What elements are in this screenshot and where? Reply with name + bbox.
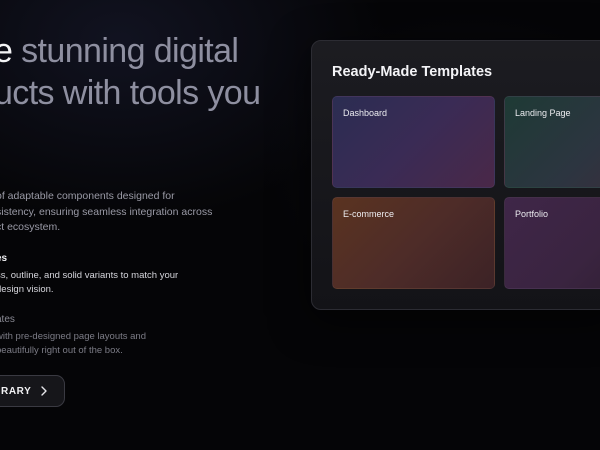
template-tile-landing-page[interactable]: Landing Page <box>504 96 600 188</box>
feature-title: ates <box>0 314 15 325</box>
feature-title: es <box>0 253 8 264</box>
template-tile-label: Portfolio <box>515 209 549 219</box>
feature-text: ss, outline, and solid variants to match… <box>0 270 179 295</box>
templates-card-title: Ready-Made Templates <box>332 64 493 80</box>
hero-title: e stunning digital ucts with tools you <box>0 30 261 114</box>
template-tile-ecommerce[interactable]: E-commerce <box>332 197 495 289</box>
template-tile-portfolio[interactable]: Portfolio <box>504 197 600 289</box>
library-button-label: RARY <box>1 385 32 397</box>
library-button[interactable]: RARY <box>0 375 66 407</box>
hero-title-line-1: e stunning digital <box>0 30 260 72</box>
template-tile-dashboard[interactable]: Dashboard <box>332 96 495 188</box>
feature-item: es ss, outline, and solid variants to ma… <box>0 252 178 297</box>
templates-card: Ready-Made Templates Dashboard Landing P… <box>311 40 600 310</box>
chevron-right-icon <box>40 386 48 396</box>
page: e stunning digital ucts with tools you o… <box>0 0 600 450</box>
template-tile-label: E-commerce <box>343 209 395 219</box>
template-tile-label: Landing Page <box>515 108 571 118</box>
hero-description: of adaptable components designed for sis… <box>0 190 213 233</box>
feature-item: ates with pre-designed page layouts and … <box>0 313 146 358</box>
template-tile-label: Dashboard <box>343 108 388 118</box>
feature-text: with pre-designed page layouts and beaut… <box>0 331 146 356</box>
hero-title-line-2: ucts with tools you <box>0 74 261 112</box>
hero-title-strong-text: e <box>0 32 13 70</box>
hero-title-soft-text: stunning digital <box>12 32 239 70</box>
